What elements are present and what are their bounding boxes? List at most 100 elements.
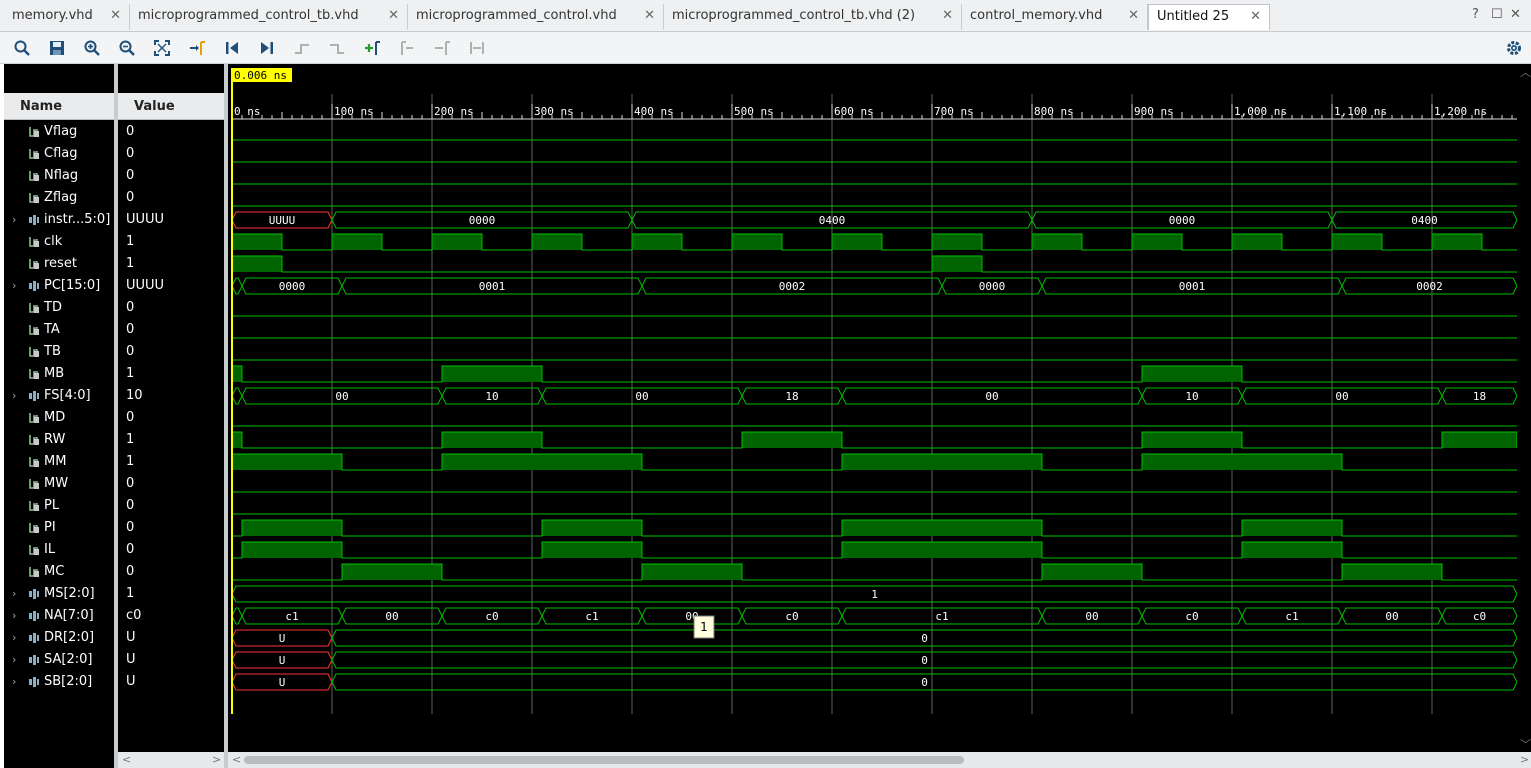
signal-row-td[interactable]: TD: [4, 297, 114, 319]
signal-row-zflag[interactable]: Zflag: [4, 187, 114, 209]
ruler-tick-label: 1,100 ns: [1334, 105, 1387, 118]
waveform-mm-high: [232, 454, 342, 470]
signal-row-tb[interactable]: TB: [4, 341, 114, 363]
expand-chevron-icon[interactable]: ›: [12, 605, 16, 627]
scroll-left-icon[interactable]: <: [122, 753, 131, 766]
tab-microprogrammed-control-tb-vhd-2[interactable]: microprogrammed_control_tb.vhd (2) ✕: [664, 4, 962, 30]
next-marker-icon[interactable]: [433, 39, 451, 57]
signal-name: RW: [44, 432, 66, 447]
signal-row-mc[interactable]: MC: [4, 561, 114, 583]
signal-name: NA[7:0]: [44, 608, 94, 623]
search-icon[interactable]: [13, 39, 31, 57]
close-tab-icon[interactable]: ✕: [110, 4, 121, 28]
expand-chevron-icon[interactable]: ›: [12, 583, 16, 605]
close-tab-icon[interactable]: ✕: [942, 4, 953, 28]
signal-row-pc-15-0[interactable]: › PC[15:0]: [4, 275, 114, 297]
bit-signal-icon: [28, 346, 40, 358]
scrollbar-thumb[interactable]: [244, 756, 964, 764]
go-to-cursor-icon[interactable]: [188, 39, 206, 57]
bit-signal-icon: [28, 170, 40, 182]
signal-row-pl[interactable]: PL: [4, 495, 114, 517]
scroll-up-icon[interactable]: ︿: [1520, 64, 1531, 80]
signal-row-mm[interactable]: MM: [4, 451, 114, 473]
help-icon[interactable]: ?: [1472, 7, 1479, 22]
ruler-tick-label: 400 ns: [634, 105, 674, 118]
scroll-down-icon[interactable]: ﹀: [1520, 736, 1531, 752]
signal-row-sb-2-0[interactable]: › SB[2:0]: [4, 671, 114, 693]
signal-row-nflag[interactable]: Nflag: [4, 165, 114, 187]
zoom-in-icon[interactable]: [83, 39, 101, 57]
signal-row-md[interactable]: MD: [4, 407, 114, 429]
previous-transition-icon[interactable]: [293, 39, 311, 57]
waveform-mb-high: [232, 366, 242, 382]
signal-row-clk[interactable]: clk: [4, 231, 114, 253]
expand-chevron-icon[interactable]: ›: [12, 385, 16, 407]
ruler-tick-label: 100 ns: [334, 105, 374, 118]
go-to-time-zero-icon[interactable]: [223, 39, 241, 57]
tab-microprogrammed-control-vhd[interactable]: microprogrammed_control.vhd ✕: [408, 4, 664, 30]
waveform-clk-high: [1032, 234, 1082, 250]
signal-row-dr-2-0[interactable]: › DR[2:0]: [4, 627, 114, 649]
signal-row-il[interactable]: IL: [4, 539, 114, 561]
close-tab-icon[interactable]: ✕: [388, 4, 399, 28]
expand-chevron-icon[interactable]: ›: [12, 209, 16, 231]
waveform-clk-high: [232, 234, 282, 250]
go-to-last-time-icon[interactable]: [258, 39, 276, 57]
signal-row-vflag[interactable]: Vflag: [4, 121, 114, 143]
close-tab-icon[interactable]: ✕: [1128, 4, 1139, 28]
waveform-pc-15-0-value-label: 0002: [1416, 280, 1443, 293]
gear-icon[interactable]: [1505, 39, 1523, 57]
waveform-fs-4-0-value-label: 00: [335, 390, 348, 403]
tab-untitled-25[interactable]: Untitled 25 ✕: [1148, 4, 1270, 30]
next-transition-icon[interactable]: [328, 39, 346, 57]
swap-cursors-icon[interactable]: [468, 39, 486, 57]
zoom-fit-icon[interactable]: [153, 39, 171, 57]
scroll-right-icon[interactable]: >: [212, 753, 221, 766]
signal-row-sa-2-0[interactable]: › SA[2:0]: [4, 649, 114, 671]
signal-row-ms-2-0[interactable]: › MS[2:0]: [4, 583, 114, 605]
close-tab-icon[interactable]: ✕: [644, 4, 655, 28]
signal-row-mw[interactable]: MW: [4, 473, 114, 495]
signal-row-cflag[interactable]: Cflag: [4, 143, 114, 165]
signal-row-pi[interactable]: PI: [4, 517, 114, 539]
waveform-pi-high: [542, 520, 642, 536]
vertical-scrollbar[interactable]: ︿ ﹀: [1517, 64, 1531, 754]
save-icon[interactable]: [48, 39, 66, 57]
tab-memory-vhd[interactable]: memory.vhd ✕: [4, 4, 130, 30]
expand-chevron-icon[interactable]: ›: [12, 627, 16, 649]
signal-row-instr-5-0[interactable]: › instr...5:0]: [4, 209, 114, 231]
close-icon[interactable]: ✕: [1510, 7, 1521, 22]
bus-signal-icon: [28, 654, 40, 666]
expand-chevron-icon[interactable]: ›: [12, 275, 16, 297]
waveform-horizontal-scrollbar[interactable]: < >: [228, 752, 1531, 768]
close-tab-icon[interactable]: ✕: [1250, 5, 1261, 29]
previous-marker-icon[interactable]: [398, 39, 416, 57]
bit-signal-icon: [28, 500, 40, 512]
signal-row-ta[interactable]: TA: [4, 319, 114, 341]
waveform-mm-high: [1142, 454, 1342, 470]
waveform-canvas[interactable]: 0 ns 100 ns 200 ns 300 ns 400 ns 500 ns 600 ns…: [228, 64, 1517, 752]
expand-chevron-icon[interactable]: ›: [12, 671, 16, 693]
waveform-na-7-0-value-label: 00: [1385, 610, 1398, 623]
add-marker-icon[interactable]: [363, 39, 381, 57]
signal-row-mb[interactable]: MB: [4, 363, 114, 385]
signal-row-reset[interactable]: reset: [4, 253, 114, 275]
tab-control-memory-vhd[interactable]: control_memory.vhd ✕: [962, 4, 1148, 30]
waveform-ms-2-0-value-label: 1: [871, 588, 878, 601]
tab-microprogrammed-control-tb-vhd[interactable]: microprogrammed_control_tb.vhd ✕: [130, 4, 408, 30]
waveform-instr-5-0-value-label: 0000: [1169, 214, 1196, 227]
signal-row-fs-4-0[interactable]: › FS[4:0]: [4, 385, 114, 407]
scroll-left-icon[interactable]: <: [232, 753, 241, 766]
signal-row-rw[interactable]: RW: [4, 429, 114, 451]
signal-value: 0: [126, 564, 135, 579]
expand-chevron-icon[interactable]: ›: [12, 649, 16, 671]
signal-row-na-7-0[interactable]: › NA[7:0]: [4, 605, 114, 627]
value-column-header[interactable]: Value: [118, 93, 224, 120]
waveform-clk-high: [1132, 234, 1182, 250]
value-column-scrollbar[interactable]: < >: [118, 752, 224, 768]
waveform-rw-high: [1142, 432, 1242, 448]
scroll-right-icon[interactable]: >: [1520, 753, 1529, 766]
name-column-header[interactable]: Name: [4, 93, 114, 120]
maximize-icon[interactable]: ☐: [1491, 7, 1503, 22]
zoom-out-icon[interactable]: [118, 39, 136, 57]
